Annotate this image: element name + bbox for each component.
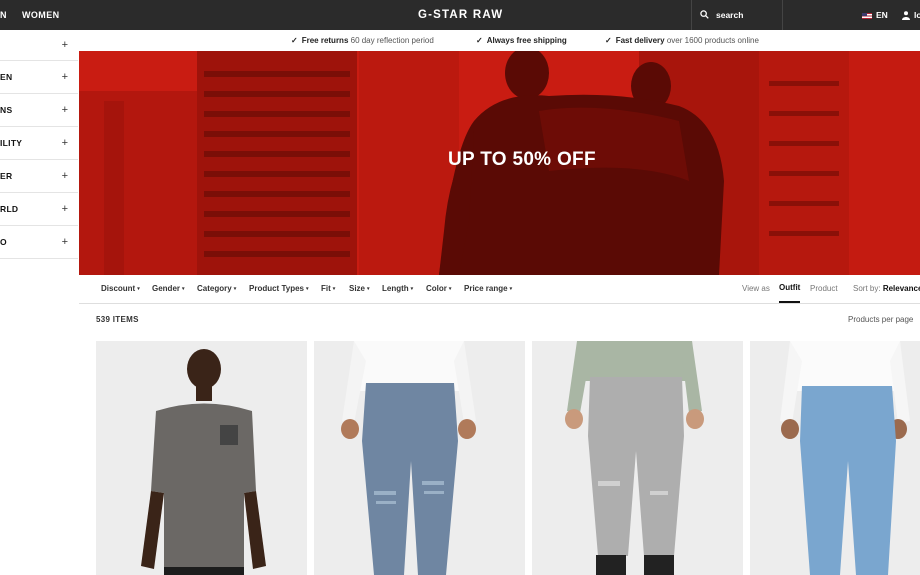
- filter-size[interactable]: Size ▾: [349, 275, 370, 303]
- view-product-toggle[interactable]: Product: [810, 275, 838, 303]
- product-image-light-blue-jeans: [750, 341, 920, 575]
- nav-men-link[interactable]: N: [0, 0, 7, 30]
- filter-label: Price range: [464, 284, 508, 294]
- product-card[interactable]: [96, 341, 307, 575]
- filter-label: Fit: [321, 284, 331, 294]
- product-image-tshirt: [96, 341, 307, 575]
- nav-women-link[interactable]: WOMEN: [22, 0, 60, 30]
- expand-plus-icon: +: [61, 71, 68, 83]
- filter-product-types[interactable]: Product Types ▾: [249, 275, 309, 303]
- filter-label: Color: [426, 284, 447, 294]
- expand-plus-icon: +: [61, 39, 68, 51]
- filter-bar: Discount ▾ Gender ▾ Category ▾ Product Type…: [79, 275, 920, 304]
- usp-text: 60 day reflection period: [348, 36, 434, 45]
- usp-bold: Free returns: [301, 36, 349, 45]
- us-flag-icon: [862, 12, 872, 19]
- usp-bold: Always free shipping: [486, 36, 567, 45]
- language-selector[interactable]: EN: [862, 0, 888, 30]
- filter-color[interactable]: Color ▾: [426, 275, 451, 303]
- sidebar-item-4[interactable]: ER +: [0, 160, 78, 193]
- caret-down-icon: ▾: [448, 286, 452, 292]
- sort-label: Sort by:: [853, 284, 881, 293]
- language-label: EN: [876, 10, 888, 20]
- filter-label: Length: [382, 284, 409, 294]
- search-label: search: [716, 10, 744, 20]
- filter-price-range[interactable]: Price range ▾: [464, 275, 512, 303]
- product-card[interactable]: [532, 341, 743, 575]
- filter-label: Size: [349, 284, 366, 294]
- caret-down-icon: ▾: [410, 286, 414, 292]
- product-image-grey-jeans: [532, 341, 743, 575]
- expand-plus-icon: +: [61, 137, 68, 149]
- caret-down-icon: ▾: [509, 286, 513, 292]
- filter-label: Gender: [152, 284, 181, 294]
- caret-down-icon: ▾: [332, 286, 336, 292]
- usp-free-returns: ✓ Free returns 60 day reflection period: [291, 30, 434, 51]
- view-as-label: View as: [742, 284, 770, 293]
- checkmark-icon: ✓: [291, 36, 298, 45]
- filter-discount[interactable]: Discount ▾: [101, 275, 140, 303]
- login-label: lo: [914, 10, 920, 20]
- caret-down-icon: ▾: [305, 286, 309, 292]
- hero-banner[interactable]: UP TO 50% OFF: [79, 51, 920, 275]
- items-count: 539 ITEMS: [96, 315, 139, 324]
- sidebar-item-label: O: [0, 237, 7, 247]
- caret-down-icon: ▾: [367, 286, 370, 292]
- filter-label: Category: [197, 284, 232, 294]
- checkmark-icon: ✓: [476, 36, 483, 45]
- filter-label: Discount: [101, 284, 136, 294]
- filter-length[interactable]: Length ▾: [382, 275, 413, 303]
- sidebar-item-label: ILITY: [0, 138, 23, 148]
- user-icon: [902, 11, 910, 21]
- filter-label: Product Types: [249, 284, 304, 294]
- sidebar-item-3[interactable]: ILITY +: [0, 127, 78, 160]
- filter-gender[interactable]: Gender ▾: [152, 275, 185, 303]
- sort-value: Relevance: [882, 284, 920, 293]
- sidebar-item-1[interactable]: EN +: [0, 61, 78, 94]
- sidebar-item-5[interactable]: RLD +: [0, 193, 78, 226]
- search-button[interactable]: search: [691, 0, 783, 30]
- usp-bar: ✓ Free returns 60 day reflection period ✓…: [78, 30, 920, 51]
- checkmark-icon: ✓: [605, 36, 612, 45]
- sidebar-item-2[interactable]: NS +: [0, 94, 78, 127]
- product-image-ripped-jeans: [314, 341, 525, 575]
- product-card[interactable]: [314, 341, 525, 575]
- product-card[interactable]: [750, 341, 920, 575]
- filter-fit[interactable]: Fit ▾: [321, 275, 335, 303]
- caret-down-icon: ▾: [137, 286, 140, 292]
- sort-dropdown[interactable]: Sort by: Relevance: [853, 275, 920, 303]
- sidebar-item-label: RLD: [0, 204, 19, 214]
- products-per-page-selector[interactable]: Products per page: [848, 315, 913, 324]
- search-icon: [700, 10, 709, 19]
- view-outfit-toggle[interactable]: Outfit: [779, 275, 801, 303]
- usp-fast-delivery: ✓ Fast delivery over 1600 products online: [605, 30, 759, 51]
- sidebar-item-label: EN: [0, 72, 13, 82]
- hero-title: UP TO 50% OFF: [448, 149, 596, 170]
- expand-plus-icon: +: [61, 104, 68, 116]
- category-sidebar: + EN + NS + ILITY + ER + RLD + O +: [0, 30, 78, 259]
- login-link[interactable]: lo: [902, 0, 920, 30]
- sidebar-item-6[interactable]: O +: [0, 226, 78, 259]
- sidebar-item-label: NS: [0, 105, 13, 115]
- filter-category[interactable]: Category ▾: [197, 275, 236, 303]
- usp-bold: Fast delivery: [615, 36, 665, 45]
- expand-plus-icon: +: [61, 203, 68, 215]
- expand-plus-icon: +: [61, 236, 68, 248]
- top-navigation: N WOMEN G-STAR RAW search EN lo: [0, 0, 920, 30]
- sidebar-item-label: ER: [0, 171, 13, 181]
- caret-down-icon: ▾: [233, 286, 237, 292]
- brand-logo[interactable]: G-STAR RAW: [418, 0, 503, 30]
- expand-plus-icon: +: [61, 170, 68, 182]
- sidebar-item-0[interactable]: +: [0, 30, 78, 61]
- usp-free-shipping: ✓ Always free shipping: [476, 30, 567, 51]
- usp-text: over 1600 products online: [664, 36, 759, 45]
- caret-down-icon: ▾: [182, 286, 185, 292]
